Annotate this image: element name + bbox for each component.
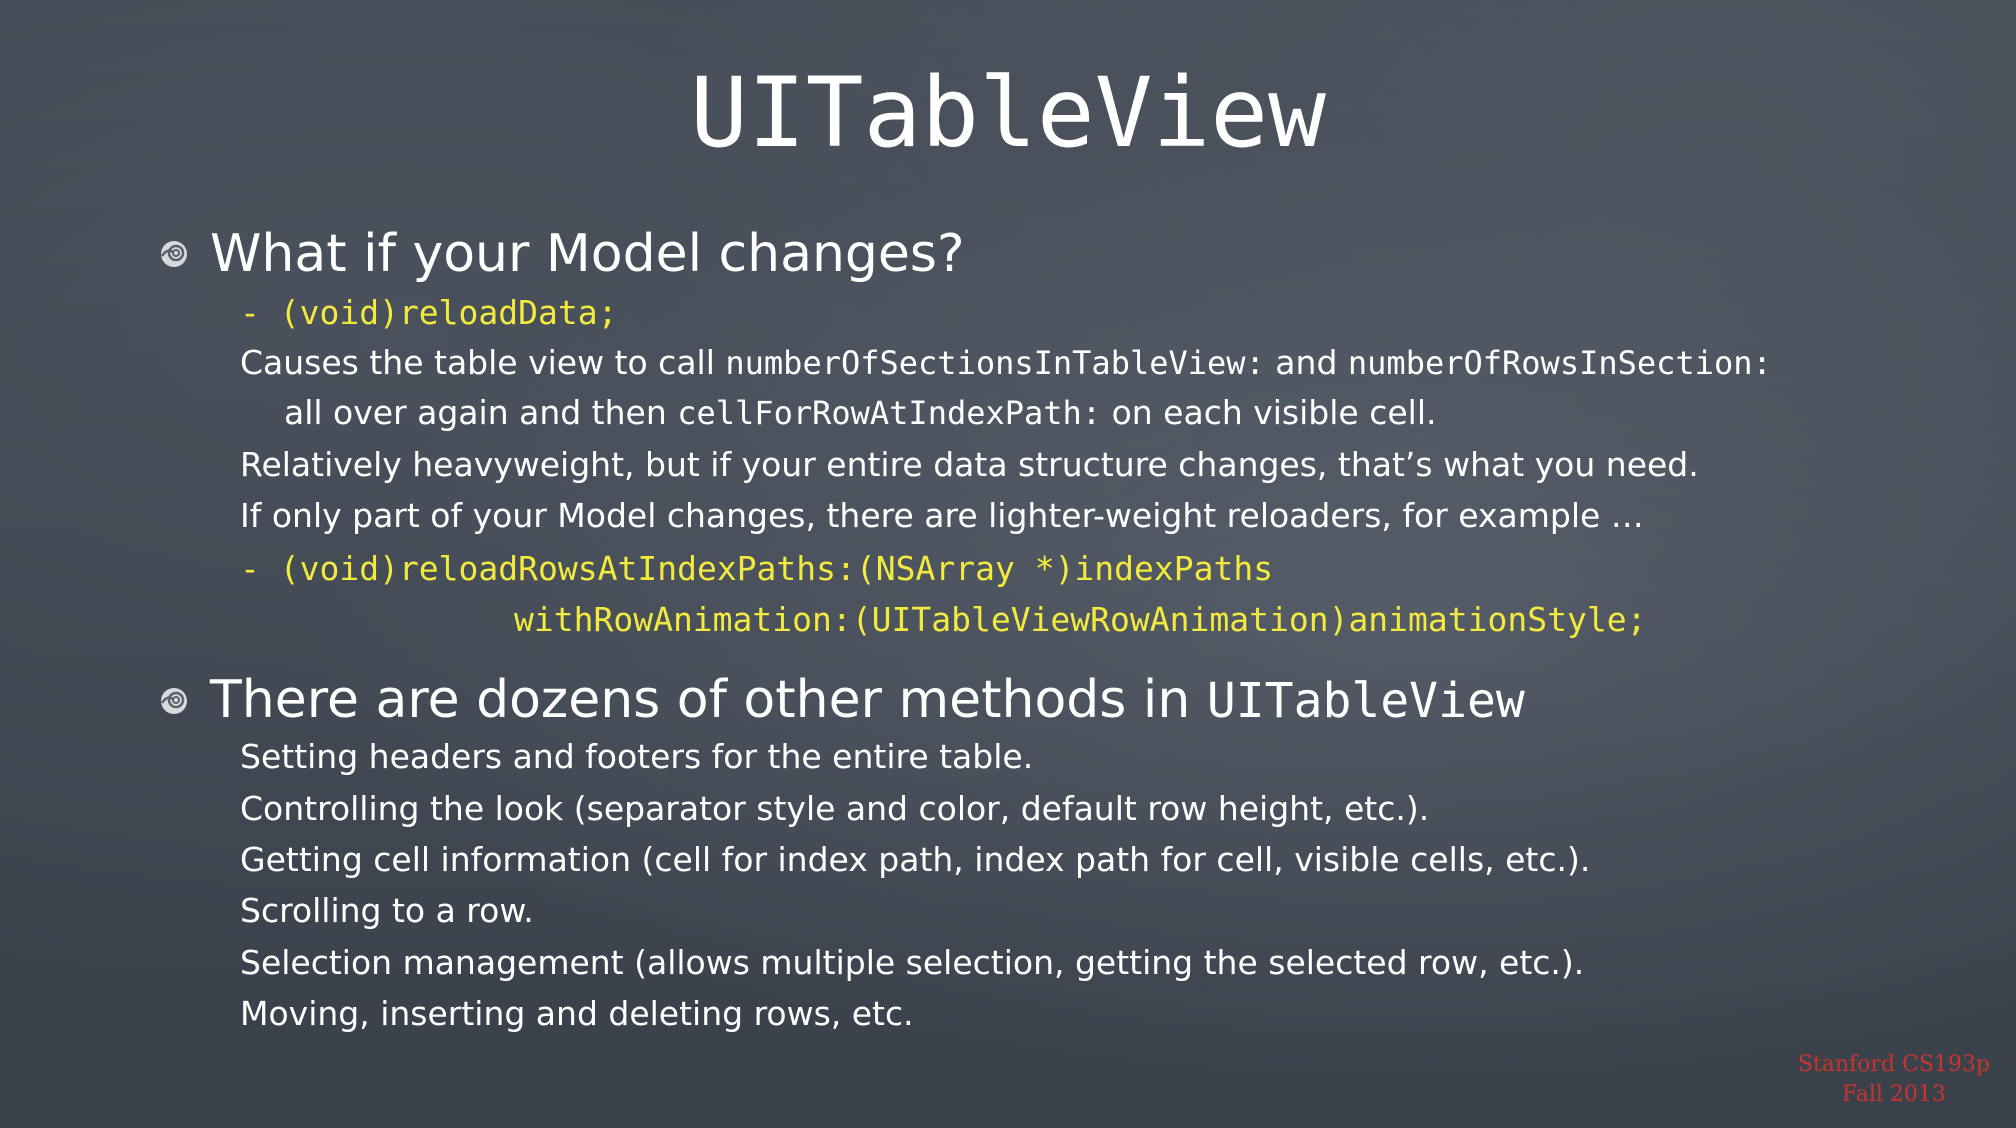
code-reload-data: - (void)reloadData;	[240, 293, 618, 332]
list-item: Moving, inserting and deleting rows, etc…	[240, 994, 914, 1033]
method-number-of-rows: numberOfRowsInSection:	[1347, 344, 1772, 382]
bullet-section-2: There are dozens of other methods in UIT…	[158, 670, 1525, 731]
slide-title: UITableView	[690, 57, 1326, 169]
section-2-heading-text: There are dozens of other methods in	[210, 670, 1207, 730]
line-if-only: If only part of your Model changes, ther…	[240, 496, 1644, 535]
method-cell-for-row: cellForRowAtIndexPath:	[677, 394, 1102, 432]
line-causes-text-c: and	[1264, 343, 1348, 382]
code-reload-rows: - (void)reloadRowsAtIndexPaths:(NSArray …	[240, 549, 1274, 588]
method-number-of-sections: numberOfSectionsInTableView:	[725, 344, 1265, 382]
section-2-heading: There are dozens of other methods in UIT…	[210, 670, 1525, 731]
list-item: Scrolling to a row.	[240, 891, 534, 930]
list-item: Setting headers and footers for the enti…	[240, 737, 1034, 776]
line-all-over-text-c: on each visible cell.	[1101, 393, 1437, 432]
line-all-over-text-a: all over again and then	[284, 393, 678, 432]
line-causes: Causes the table view to call numberOfSe…	[240, 341, 1772, 385]
list-item: Getting cell information (cell for index…	[240, 840, 1591, 879]
list-item: Selection management (allows multiple se…	[240, 943, 1585, 982]
line-all-over: all over again and then cellForRowAtInde…	[284, 391, 1436, 435]
code-with-row-animation: withRowAnimation:(UITableViewRowAnimatio…	[514, 600, 1647, 639]
list-item: Controlling the look (separator style an…	[240, 789, 1430, 828]
bullet-section-1: What if your Model changes?	[158, 224, 965, 284]
credit-term: Fall 2013	[1841, 1082, 1946, 1107]
line-relatively: Relatively heavyweight, but if your enti…	[240, 445, 1699, 484]
section-2-heading-class: UITableView	[1206, 673, 1525, 729]
course-credit: Stanford CS193p Fall 2013	[1798, 1050, 1990, 1110]
bullet-icon	[160, 687, 187, 714]
section-1-heading: What if your Model changes?	[210, 224, 965, 284]
line-causes-text-a: Causes the table view to call	[240, 343, 726, 382]
credit-course: Stanford CS193p	[1797, 1052, 1990, 1077]
bullet-icon	[160, 241, 187, 267]
